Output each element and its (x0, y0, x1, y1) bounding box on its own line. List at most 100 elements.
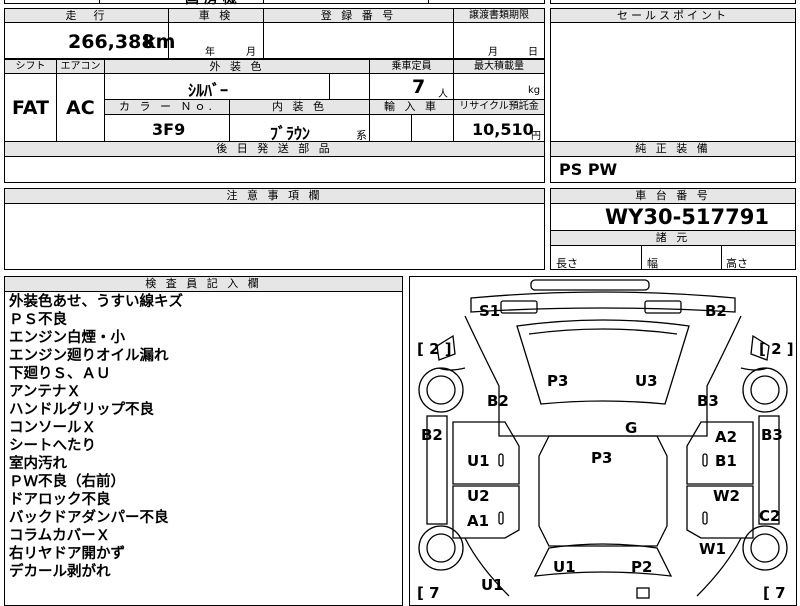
inspector-remark: ＰＷ不良（右前） (9, 474, 125, 490)
bracket-right-bottom: [ 7 (763, 584, 786, 600)
top-row-cell-5 (550, 0, 796, 4)
later-parts-cell (4, 156, 545, 183)
label-b1: B1 (715, 452, 737, 470)
inspector-remark: 外装色あせ、うすい線キズ (9, 294, 183, 310)
right-headlight (644, 300, 682, 314)
label-a2: A2 (715, 428, 737, 446)
later-parts-header: 後 日 発 送 部 品 (4, 141, 545, 157)
label-g: G (625, 419, 637, 437)
label-u1-left: U1 (467, 452, 490, 470)
front-left-wheel (418, 367, 464, 413)
sales-point-header: セールスポイント (550, 8, 796, 23)
shift-value: FAT (12, 97, 49, 119)
rear-right-wheel (742, 525, 788, 571)
label-u3: U3 (635, 372, 658, 390)
aircon-header: エアコン (56, 59, 105, 74)
inspection-year-label: 年 (205, 47, 215, 58)
inspector-remark: コンソールＸ (9, 420, 96, 436)
registration-header: 登 録 番 号 (263, 8, 454, 23)
inspector-remark: デカール剥がれ (9, 564, 111, 580)
label-p2: P2 (631, 558, 652, 576)
exterior-color-value: ｼﾙﾊﾞｰ (188, 81, 229, 100)
top-row-cell-4 (428, 0, 545, 4)
max-load-header: 最大積載量 (453, 59, 545, 74)
front-bumper (470, 291, 736, 313)
color-no-header: カ ラ ー Ｎｏ. (104, 99, 230, 115)
label-p3-left: P3 (547, 372, 568, 390)
genuine-equipment-value: PS PW (559, 160, 618, 179)
inspector-remark: ＰＳ不良 (9, 312, 67, 328)
label-u2: U2 (467, 487, 490, 505)
roof-bar (530, 279, 650, 291)
import-car-cell-2 (411, 114, 454, 142)
inspector-remark: シートへたり (9, 438, 96, 454)
bracket-left-top: [ 2 ] (417, 340, 452, 358)
mileage-header: 走 行 (4, 8, 169, 23)
label-b2-far-left: B2 (421, 426, 443, 444)
interior-color-header: 内 装 色 (229, 99, 370, 115)
inspector-remark: 室内汚れ (9, 456, 67, 472)
recycle-value: 10,510 (472, 120, 534, 139)
inspector-remark: アンテナＸ (9, 384, 81, 400)
dimension-width-label: 幅 (647, 257, 658, 270)
label-w2: W2 (713, 487, 740, 505)
registration-cell (263, 22, 454, 59)
top-partial-text: 国 房 機 (185, 0, 237, 8)
dimensions-header: 諸 元 (550, 230, 796, 246)
capacity-header: 乗車定員 (369, 59, 454, 74)
label-b3-far-right: B3 (761, 426, 783, 444)
label-w1: W1 (699, 540, 726, 558)
transfer-month-label: 月 (488, 47, 498, 58)
label-b2-top-right: B2 (705, 302, 727, 320)
dimension-length-label: 長さ (556, 257, 578, 270)
inspector-remark: 右リヤドア開かず (9, 546, 125, 562)
inspector-remark: エンジン廻りオイル漏れ (9, 348, 169, 364)
max-load-unit: kg (528, 85, 541, 96)
mileage-value: 266,388 (68, 31, 155, 53)
aircon-value: AC (66, 97, 95, 119)
transfer-header: 譲渡書類期限 (453, 8, 545, 23)
label-b2-left-mid: B2 (487, 392, 509, 410)
rear-tail-light (636, 587, 650, 599)
body-front-outline (464, 315, 742, 437)
windshield-wiper-line (528, 328, 678, 335)
label-a1: A1 (467, 512, 489, 530)
inspector-remark: ハンドルグリップ不良 (9, 402, 154, 418)
label-b3-right-mid: B3 (697, 392, 719, 410)
chassis-value: WY30-517791 (605, 205, 769, 229)
capacity-unit: 人 (438, 89, 448, 100)
bracket-right-top: [ 2 ] (759, 340, 794, 358)
left-headlight (500, 300, 538, 314)
bracket-left-bottom: [ 7 (417, 584, 440, 600)
inspection-header: 車 検 (168, 8, 264, 23)
exterior-color-extra-cell (329, 73, 370, 100)
transfer-day-label: 日 (528, 47, 538, 58)
label-c2: C2 (759, 507, 780, 525)
import-car-cell-1 (369, 114, 412, 142)
inspector-remark: コラムカバーＸ (9, 528, 111, 544)
inspection-month-label: 月 (246, 47, 256, 58)
inspector-header: 検 査 員 記 入 欄 (4, 276, 403, 292)
notes-header: 注 意 事 項 欄 (4, 188, 545, 204)
recycle-header: リサイクル預託金 (453, 99, 545, 115)
top-row-cell-2 (99, 0, 264, 4)
inspector-remark: 下廻りＳ、ＡＵ (9, 366, 111, 382)
chassis-header: 車 台 番 号 (550, 188, 796, 204)
rear-left-wheel (418, 525, 464, 571)
capacity-value: 7 (412, 76, 426, 98)
top-row-cell-3 (263, 0, 429, 4)
inspector-remark: エンジン白煙・小 (9, 330, 125, 346)
color-no-value: 3F9 (152, 120, 186, 139)
label-p3-center: P3 (591, 449, 612, 467)
vehicle-diagram: [ 2 ] [ 2 ] [ 7 [ 7 S1 B2 P3 U3 B2 B3 G … (417, 279, 794, 600)
genuine-equipment-header: 純 正 装 備 (550, 141, 796, 157)
notes-cell (4, 203, 545, 270)
import-car-header: 輸 入 車 (369, 99, 454, 115)
inspector-remark: ドアロック不良 (9, 492, 111, 508)
label-u1-bottom-center: U1 (553, 558, 576, 576)
label-u1-bottom-left: U1 (481, 576, 504, 594)
shift-header: シフト (4, 59, 57, 74)
label-s1: S1 (479, 302, 500, 320)
top-row-cell-1 (4, 0, 100, 4)
inspector-remark: バックドアダンパー不良 (9, 510, 169, 526)
